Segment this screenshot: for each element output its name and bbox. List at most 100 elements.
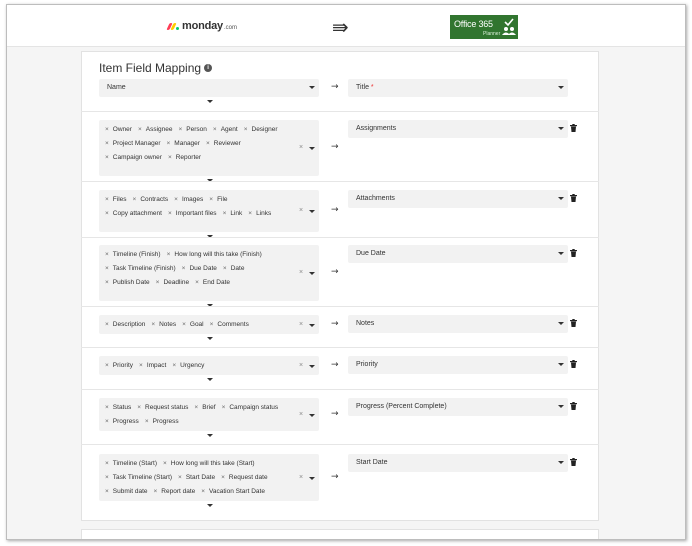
chip-remove-icon[interactable]: ×	[153, 488, 157, 495]
expand-chevron-icon[interactable]	[207, 100, 213, 103]
clear-all-icon[interactable]: ×	[299, 144, 303, 151]
chevron-down-icon[interactable]	[309, 147, 315, 150]
chip-remove-icon[interactable]: ×	[145, 418, 149, 425]
chevron-down-icon[interactable]	[558, 197, 564, 200]
source-field-select[interactable]: × Timeline (Start) × How long will this tak…	[99, 454, 319, 501]
expand-chevron-icon[interactable]	[207, 434, 213, 437]
chevron-down-icon[interactable]	[309, 414, 315, 417]
chip-remove-icon[interactable]: ×	[105, 404, 109, 411]
expand-chevron-icon[interactable]	[207, 504, 213, 507]
chevron-down-icon[interactable]	[309, 324, 315, 327]
chip-remove-icon[interactable]: ×	[105, 265, 109, 272]
chip-remove-icon[interactable]: ×	[182, 321, 186, 328]
chevron-down-icon[interactable]	[558, 461, 564, 464]
chip-remove-icon[interactable]: ×	[105, 418, 109, 425]
expand-chevron-icon[interactable]	[207, 378, 213, 381]
chip-remove-icon[interactable]: ×	[138, 126, 142, 133]
chip-remove-icon[interactable]: ×	[105, 460, 109, 467]
chip-remove-icon[interactable]: ×	[105, 251, 109, 258]
chip-remove-icon[interactable]: ×	[244, 126, 248, 133]
chip-remove-icon[interactable]: ×	[105, 126, 109, 133]
trash-icon[interactable]	[570, 319, 577, 327]
chip-remove-icon[interactable]: ×	[179, 126, 183, 133]
chip-remove-icon[interactable]: ×	[133, 196, 137, 203]
source-field-select[interactable]: × Owner × Assignee × Person × Agent × Designer × Pr…	[99, 120, 319, 176]
source-field-select[interactable]: × Status × Request status × Brief × Campaign st…	[99, 398, 319, 431]
clear-all-icon[interactable]: ×	[299, 474, 303, 481]
chip-remove-icon[interactable]: ×	[167, 251, 171, 258]
clear-all-icon[interactable]: ×	[299, 411, 303, 418]
clear-all-icon[interactable]: ×	[299, 269, 303, 276]
chip-remove-icon[interactable]: ×	[151, 321, 155, 328]
trash-icon[interactable]	[570, 124, 577, 132]
chevron-down-icon[interactable]	[558, 405, 564, 408]
trash-icon[interactable]	[570, 249, 577, 257]
target-field-select[interactable]: Start Date	[348, 454, 568, 472]
clear-all-icon[interactable]: ×	[299, 321, 303, 328]
chevron-down-icon[interactable]	[558, 322, 564, 325]
target-field-select[interactable]: Title *	[348, 79, 568, 97]
chip-remove-icon[interactable]: ×	[167, 140, 171, 147]
chip-remove-icon[interactable]: ×	[174, 196, 178, 203]
chip-remove-icon[interactable]: ×	[105, 488, 109, 495]
chip-remove-icon[interactable]: ×	[156, 279, 160, 286]
chip-remove-icon[interactable]: ×	[105, 362, 109, 369]
target-field-select[interactable]: Notes	[348, 315, 568, 333]
chevron-down-icon[interactable]	[558, 127, 564, 130]
chevron-down-icon[interactable]	[309, 365, 315, 368]
chip-remove-icon[interactable]: ×	[137, 404, 141, 411]
trash-icon[interactable]	[570, 402, 577, 410]
trash-icon[interactable]	[570, 194, 577, 202]
chip-remove-icon[interactable]: ×	[105, 279, 109, 286]
source-field-select[interactable]: Name	[99, 79, 319, 97]
info-icon[interactable]: i	[204, 64, 213, 72]
chevron-down-icon[interactable]	[309, 210, 315, 213]
chip-remove-icon[interactable]: ×	[221, 474, 225, 481]
chip-remove-icon[interactable]: ×	[206, 140, 210, 147]
target-field-select[interactable]: Due Date	[348, 245, 568, 263]
target-field-select[interactable]: Progress (Percent Complete)	[348, 398, 568, 416]
chevron-down-icon[interactable]	[309, 477, 315, 480]
chip-remove-icon[interactable]: ×	[222, 404, 226, 411]
chip-remove-icon[interactable]: ×	[168, 154, 172, 161]
chip-remove-icon[interactable]: ×	[105, 140, 109, 147]
chip-remove-icon[interactable]: ×	[213, 126, 217, 133]
trash-icon[interactable]	[570, 360, 577, 368]
clear-all-icon[interactable]: ×	[299, 207, 303, 214]
chip-remove-icon[interactable]: ×	[195, 279, 199, 286]
chip-remove-icon[interactable]: ×	[105, 474, 109, 481]
chip-remove-icon[interactable]: ×	[105, 321, 109, 328]
chevron-down-icon[interactable]	[558, 363, 564, 366]
chip-remove-icon[interactable]: ×	[223, 210, 227, 217]
chevron-down-icon[interactable]	[309, 86, 315, 89]
chip-remove-icon[interactable]: ×	[139, 362, 143, 369]
chip-remove-icon[interactable]: ×	[248, 210, 252, 217]
chip-remove-icon[interactable]: ×	[223, 265, 227, 272]
source-field-select[interactable]: × Description × Notes × Goal × Comments ×	[99, 315, 319, 334]
target-field-select[interactable]: Assignments	[348, 120, 568, 138]
source-field-select[interactable]: × Priority × Impact × Urgency ×	[99, 356, 319, 375]
chip-remove-icon[interactable]: ×	[105, 154, 109, 161]
target-field-select[interactable]: Priority	[348, 356, 568, 374]
chevron-down-icon[interactable]	[558, 252, 564, 255]
chip-remove-icon[interactable]: ×	[209, 196, 213, 203]
chip-label: Report date	[161, 487, 196, 495]
source-field-select[interactable]: × Files × Contracts × Images × File × Copy attach…	[99, 190, 319, 232]
chevron-down-icon[interactable]	[558, 86, 564, 89]
target-field-select[interactable]: Attachments	[348, 190, 568, 208]
chip-remove-icon[interactable]: ×	[105, 210, 109, 217]
chip-remove-icon[interactable]: ×	[172, 362, 176, 369]
chip-remove-icon[interactable]: ×	[210, 321, 214, 328]
chip-remove-icon[interactable]: ×	[182, 265, 186, 272]
chip-remove-icon[interactable]: ×	[168, 210, 172, 217]
clear-all-icon[interactable]: ×	[299, 362, 303, 369]
chip-remove-icon[interactable]: ×	[194, 404, 198, 411]
source-field-select[interactable]: × Timeline (Finish) × How long will this ta…	[99, 245, 319, 301]
trash-icon[interactable]	[570, 458, 577, 466]
chip-remove-icon[interactable]: ×	[105, 196, 109, 203]
chip-remove-icon[interactable]: ×	[201, 488, 205, 495]
chevron-down-icon[interactable]	[309, 272, 315, 275]
chip-remove-icon[interactable]: ×	[163, 460, 167, 467]
chip-remove-icon[interactable]: ×	[178, 474, 182, 481]
expand-chevron-icon[interactable]	[207, 337, 213, 340]
